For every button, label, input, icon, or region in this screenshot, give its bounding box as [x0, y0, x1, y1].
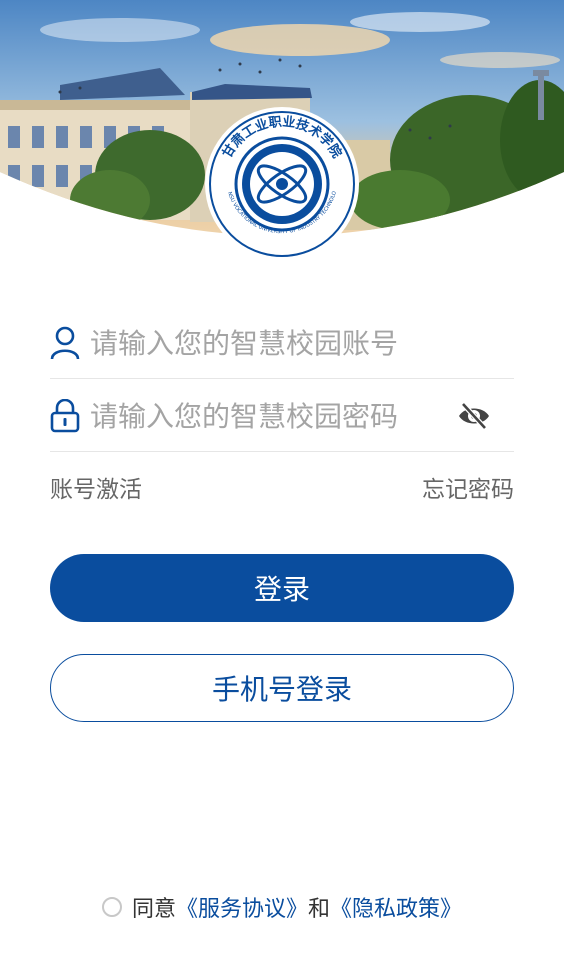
agree-prefix: 同意	[131, 897, 176, 922]
agree-radio[interactable]	[101, 897, 122, 917]
service-agreement-link[interactable]: 《服务协议》	[176, 891, 308, 923]
login-button[interactable]: 登录	[50, 554, 514, 622]
password-field	[50, 380, 514, 452]
eye-off-icon[interactable]	[456, 398, 492, 434]
password-input[interactable]	[90, 394, 450, 438]
forgot-password-link[interactable]: 忘记密码	[422, 470, 514, 504]
username-input[interactable]	[90, 321, 450, 365]
agree-conjunction: 和	[308, 897, 331, 922]
phone-login-button[interactable]: 手机号登录	[50, 654, 514, 722]
user-icon	[50, 326, 80, 360]
privacy-policy-link[interactable]: 《隐私政策》	[330, 891, 462, 923]
agreement-row: 同意 《服务协议》 和 《隐私政策》	[0, 891, 564, 923]
lock-icon	[50, 398, 80, 433]
university-logo: 甘肃工业职业技术学院 GANSU VOCATIONAL UNIVERSITY O…	[201, 102, 360, 262]
activate-account-link[interactable]: 账号激活	[50, 470, 142, 504]
username-field	[50, 307, 514, 379]
